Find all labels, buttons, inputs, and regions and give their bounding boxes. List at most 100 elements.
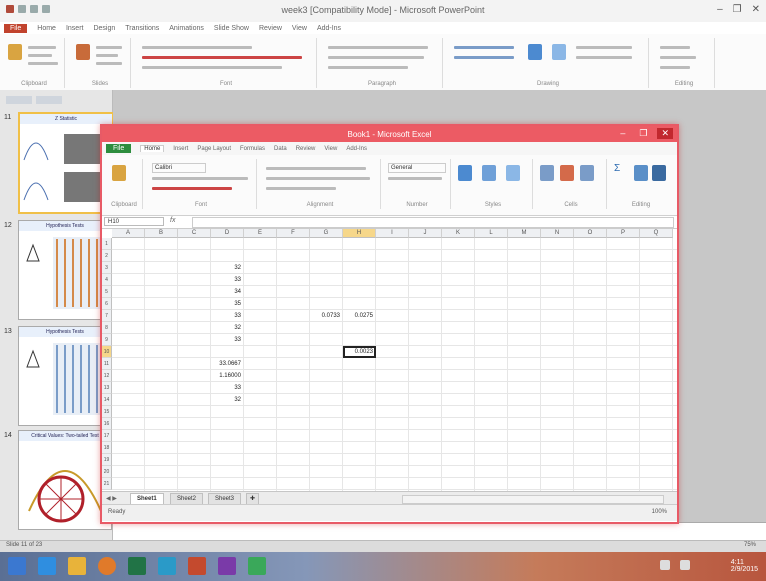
cell-styles-icon[interactable] [506, 165, 520, 181]
file-explorer-icon[interactable] [68, 557, 86, 575]
column-header[interactable]: A [112, 229, 145, 238]
row-header[interactable]: 7 [102, 310, 112, 322]
row-header[interactable]: 3 [102, 262, 112, 274]
row-header[interactable]: 10 [102, 346, 112, 358]
cell-value[interactable]: 0.0275 [343, 310, 373, 322]
row-header[interactable]: 5 [102, 286, 112, 298]
number-format-select[interactable]: General [388, 163, 446, 173]
cell-value[interactable]: 33 [211, 310, 241, 322]
column-header[interactable]: J [409, 229, 442, 238]
close-icon[interactable]: ✕ [657, 128, 673, 139]
xl-file-tab[interactable]: File [106, 144, 132, 153]
column-header[interactable]: E [244, 229, 277, 238]
network-icon[interactable] [660, 560, 670, 570]
column-header[interactable]: L [475, 229, 508, 238]
taskbar-clock[interactable]: 4:11 2/9/2015 [731, 559, 758, 573]
delete-cells-icon[interactable] [560, 165, 574, 181]
fx-icon[interactable]: fx [170, 217, 175, 224]
pp-tab-review[interactable]: Review [259, 25, 282, 32]
arrange-icon[interactable] [528, 44, 542, 60]
sort-filter-icon[interactable] [634, 165, 648, 181]
media-player-icon[interactable] [98, 557, 116, 575]
volume-icon[interactable] [680, 560, 690, 570]
minimize-icon[interactable]: – [717, 4, 723, 15]
column-header[interactable]: G [310, 229, 343, 238]
xl-tab-page-layout[interactable]: Page Layout [197, 146, 231, 152]
row-header[interactable]: 19 [102, 454, 112, 466]
cell-value[interactable]: 33.0667 [211, 358, 241, 370]
row-header[interactable]: 1 [102, 238, 112, 250]
xl-tab-view[interactable]: View [324, 146, 337, 152]
new-slide-icon[interactable] [76, 44, 90, 60]
column-header[interactable]: C [178, 229, 211, 238]
xl-tab-review[interactable]: Review [296, 146, 316, 152]
format-as-table-icon[interactable] [482, 165, 496, 181]
notes-pane[interactable] [113, 522, 766, 541]
row-header[interactable]: 8 [102, 322, 112, 334]
column-header[interactable]: K [442, 229, 475, 238]
xl-tab-formulas[interactable]: Formulas [240, 146, 265, 152]
xl-tab-data[interactable]: Data [274, 146, 287, 152]
cell-value[interactable]: 34 [211, 286, 241, 298]
row-header[interactable]: 21 [102, 478, 112, 490]
formula-input[interactable] [192, 217, 674, 228]
cell-value[interactable]: 33 [211, 274, 241, 286]
format-cells-icon[interactable] [580, 165, 594, 181]
pp-tab-home[interactable]: Home [37, 25, 56, 32]
cell-value[interactable]: 0.0733 [310, 310, 340, 322]
column-header[interactable]: I [376, 229, 409, 238]
cell-value[interactable]: 33 [211, 382, 241, 394]
conditional-formatting-icon[interactable] [458, 165, 472, 181]
quick-styles-icon[interactable] [552, 44, 566, 60]
active-cell-selection[interactable] [343, 346, 376, 358]
slide-thumbnail[interactable]: Hypothesis Tests [18, 220, 112, 320]
column-header[interactable]: F [277, 229, 310, 238]
windows-start-icon[interactable] [8, 557, 26, 575]
cell-value[interactable]: 33 [211, 334, 241, 346]
paste-icon[interactable] [112, 165, 126, 181]
close-icon[interactable]: ✕ [752, 4, 760, 15]
column-header[interactable]: O [574, 229, 607, 238]
row-header[interactable]: 20 [102, 466, 112, 478]
column-header[interactable]: N [541, 229, 574, 238]
row-header[interactable]: 12 [102, 370, 112, 382]
restore-icon[interactable]: ❐ [733, 4, 742, 15]
internet-explorer-icon[interactable] [38, 557, 56, 575]
xl-zoom-level[interactable]: 100% [652, 509, 667, 515]
row-header[interactable]: 14 [102, 394, 112, 406]
sheet-nav-arrows[interactable]: ◀ ▶ [106, 495, 117, 502]
row-header[interactable]: 6 [102, 298, 112, 310]
row-header[interactable]: 13 [102, 382, 112, 394]
cell-value[interactable]: 32 [211, 322, 241, 334]
photos-icon[interactable] [248, 557, 266, 575]
pp-tab-transitions[interactable]: Transitions [125, 25, 159, 32]
onenote-icon[interactable] [218, 557, 236, 575]
cell-value[interactable]: 32 [211, 394, 241, 406]
cell-value[interactable]: 1.16000 [211, 370, 241, 382]
column-header[interactable]: B [145, 229, 178, 238]
pp-zoom-level[interactable]: 75% [744, 542, 756, 548]
row-header[interactable]: 18 [102, 442, 112, 454]
powerpoint-icon[interactable] [188, 557, 206, 575]
column-header[interactable]: D [211, 229, 244, 238]
row-header[interactable]: 9 [102, 334, 112, 346]
store-icon[interactable] [158, 557, 176, 575]
find-select-icon[interactable] [652, 165, 666, 181]
horizontal-scrollbar[interactable] [402, 495, 664, 504]
pp-tab-slide-show[interactable]: Slide Show [214, 25, 249, 32]
row-header[interactable]: 17 [102, 430, 112, 442]
minimize-icon[interactable]: – [616, 128, 629, 139]
pp-tab-animations[interactable]: Animations [169, 25, 204, 32]
restore-icon[interactable]: ❐ [635, 128, 651, 139]
column-header[interactable]: M [508, 229, 541, 238]
pp-tab-add-ins[interactable]: Add-Ins [317, 25, 341, 32]
font-name-select[interactable]: Calibri [152, 163, 206, 173]
cell-value[interactable]: 35 [211, 298, 241, 310]
row-header[interactable]: 4 [102, 274, 112, 286]
slide-thumbnail[interactable]: Hypothesis Tests [18, 326, 112, 426]
slide-thumbnail[interactable]: Critical Values: Two-tailed Test [18, 430, 112, 530]
name-box[interactable]: H10 [104, 217, 164, 226]
pp-tab-insert[interactable]: Insert [66, 25, 84, 32]
column-header[interactable]: H [343, 229, 376, 238]
worksheet-grid[interactable]: A B C D E F G H I J K L M N O P Q 1 2 3 4 5 6 7 8 9 10 11 12 13 14 15 16… [102, 229, 677, 491]
